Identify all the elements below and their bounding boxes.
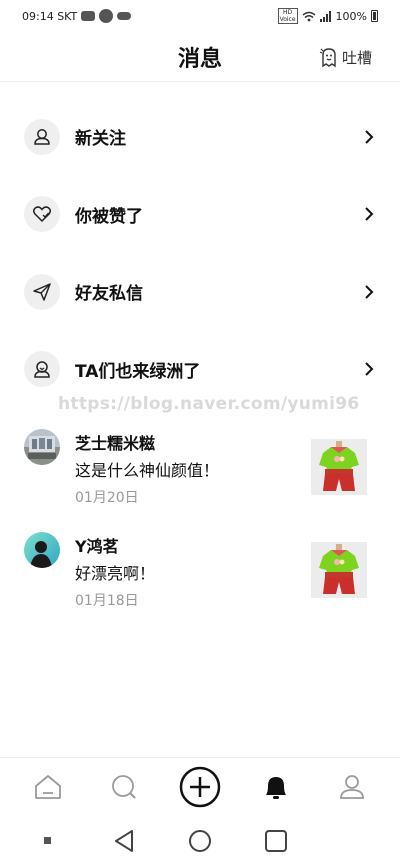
comment-notification-row[interactable]: Y鸿茗 好漂亮啊！ 01月18日 <box>0 529 400 619</box>
heart-icon <box>24 196 60 233</box>
menu-item-label: 新关注 <box>75 129 126 150</box>
home-icon <box>35 774 61 799</box>
sender-name: 芝士糯米糍 <box>75 434 156 453</box>
back-button[interactable] <box>104 821 144 861</box>
add-icon <box>179 766 221 807</box>
paper-plane-icon <box>24 273 60 310</box>
home-button[interactable] <box>180 821 220 861</box>
watermark-text: https://blog.naver.com/yumi96 <box>58 394 360 414</box>
avatar[interactable] <box>24 429 60 465</box>
overview-button[interactable] <box>256 821 296 861</box>
tab-profile[interactable] <box>330 765 374 809</box>
notification-icon <box>266 776 286 799</box>
system-nav-bar <box>0 815 400 866</box>
page-header: 消息 吐槽 <box>0 32 400 82</box>
cloud-icon <box>117 12 132 20</box>
battery-icon <box>371 10 378 22</box>
comment-date: 01月20日 <box>75 490 139 506</box>
chevron-right-icon <box>362 206 376 222</box>
ghost-icon <box>319 48 336 68</box>
chevron-right-icon <box>362 284 376 300</box>
home-circle-icon <box>189 829 211 852</box>
back-icon <box>115 829 133 852</box>
status-time: 09:14 SKT <box>22 9 78 23</box>
notification-menu: 新关注 你被赞了 好友私信 TA们也来绿洲了 <box>0 98 400 408</box>
feedback-label: 吐槽 <box>341 48 372 67</box>
chevron-right-icon <box>362 129 376 145</box>
tab-home[interactable] <box>26 765 70 809</box>
menu-item-label: 好友私信 <box>75 284 143 305</box>
tab-create[interactable] <box>178 765 222 809</box>
app-notification-icon <box>81 11 96 21</box>
avatar[interactable] <box>24 532 60 568</box>
comment-date: 01月18日 <box>75 593 139 609</box>
feedback-button[interactable]: 吐槽 <box>318 46 372 68</box>
menu-item-direct-messages[interactable]: 好友私信 <box>0 253 400 331</box>
tab-notifications[interactable] <box>254 765 298 809</box>
bottom-tab-bar <box>0 757 400 815</box>
status-left: 09:14 SKT <box>22 9 132 23</box>
menu-item-likes[interactable]: 你被赞了 <box>0 176 400 254</box>
profile-icon <box>340 774 364 799</box>
oasis-icon <box>24 351 60 388</box>
recent-apps-button[interactable] <box>28 821 68 861</box>
chevron-right-icon <box>362 361 376 377</box>
sender-name: Y鸿茗 <box>75 537 119 556</box>
post-thumbnail[interactable] <box>311 439 367 495</box>
menu-item-new-followers[interactable]: 新关注 <box>0 98 400 176</box>
recent-apps-icon <box>44 836 51 844</box>
menu-item-label: 你被赞了 <box>75 206 143 227</box>
follow-icon <box>24 118 60 155</box>
comment-text: 好漂亮啊！ <box>75 564 156 583</box>
hd-voice-icon: HD Voice <box>277 8 298 24</box>
tab-discover[interactable] <box>102 765 146 809</box>
page-title: 消息 <box>177 46 222 72</box>
menu-item-label: TA们也来绿洲了 <box>75 361 201 382</box>
discover-icon <box>112 774 136 799</box>
battery-percent: 100% <box>335 9 367 23</box>
status-right: HD Voice 100% <box>277 8 378 24</box>
comment-notification-row[interactable]: 芝士糯米糍 这是什么神仙颜值！ 01月20日 <box>0 426 400 516</box>
overview-icon <box>265 829 287 852</box>
post-thumbnail[interactable] <box>311 542 367 598</box>
app-notification-icon <box>99 9 114 23</box>
comment-text: 这是什么神仙颜值！ <box>75 461 220 480</box>
signal-icon <box>319 10 331 22</box>
status-bar: 09:14 SKT HD Voice 100% <box>0 0 400 32</box>
wifi-icon <box>302 11 316 21</box>
